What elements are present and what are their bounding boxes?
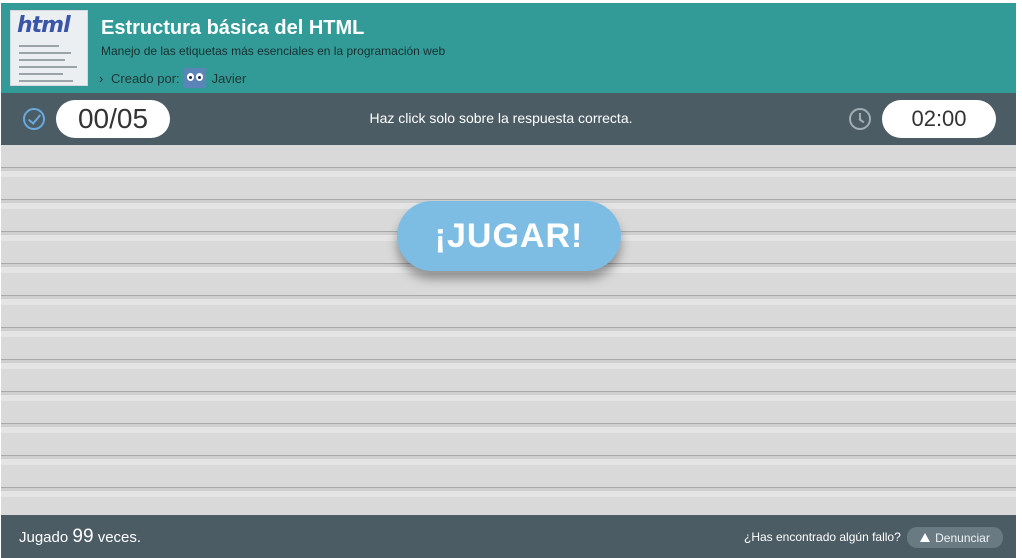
- creator-name-link[interactable]: Javier: [212, 71, 247, 86]
- report-label: Denunciar: [935, 530, 990, 545]
- creator-line: › Creado por: Javier: [99, 66, 246, 90]
- played-suffix: veces.: [97, 529, 142, 546]
- thumbnail-line: [19, 73, 63, 75]
- game-area: ¡JUGAR!: [1, 145, 1016, 515]
- game-frame: html Estructura básica del HTML Manejo d…: [1, 3, 1016, 558]
- game-toolbar: 00/05 Haz click solo sobre la respuesta …: [1, 93, 1016, 145]
- activity-subtitle: Manejo de las etiquetas más esenciales e…: [101, 44, 446, 58]
- game-footer: Jugado 99 veces. ¿Has encontrado algún f…: [1, 515, 1016, 558]
- played-count: 99: [72, 526, 94, 547]
- play-button[interactable]: ¡JUGAR!: [397, 201, 621, 271]
- avatar-eye: [186, 73, 194, 81]
- timer-display: 02:00: [882, 100, 996, 138]
- fault-question: ¿Has encontrado algún fallo?: [744, 530, 901, 544]
- played-prefix: Jugado: [19, 529, 69, 546]
- warning-icon: [920, 533, 931, 542]
- report-button[interactable]: Denunciar: [907, 527, 1003, 548]
- played-count-text: Jugado 99 veces.: [19, 526, 141, 548]
- thumbnail-line: [19, 66, 77, 68]
- creator-avatar[interactable]: [183, 68, 206, 88]
- avatar-eye: [195, 73, 203, 81]
- thumbnail-line: [19, 45, 59, 47]
- thumbnail-word: html: [17, 13, 71, 38]
- chevron-right-icon: ›: [99, 70, 104, 86]
- thumbnail-line: [19, 59, 65, 61]
- created-by-label: Creado por:: [111, 70, 180, 86]
- activity-thumbnail: html: [10, 10, 88, 86]
- clock-icon: [849, 108, 871, 130]
- thumbnail-line: [19, 52, 71, 54]
- activity-header: html Estructura básica del HTML Manejo d…: [1, 3, 1016, 93]
- thumbnail-line: [19, 80, 73, 82]
- activity-title: Estructura básica del HTML: [101, 17, 365, 39]
